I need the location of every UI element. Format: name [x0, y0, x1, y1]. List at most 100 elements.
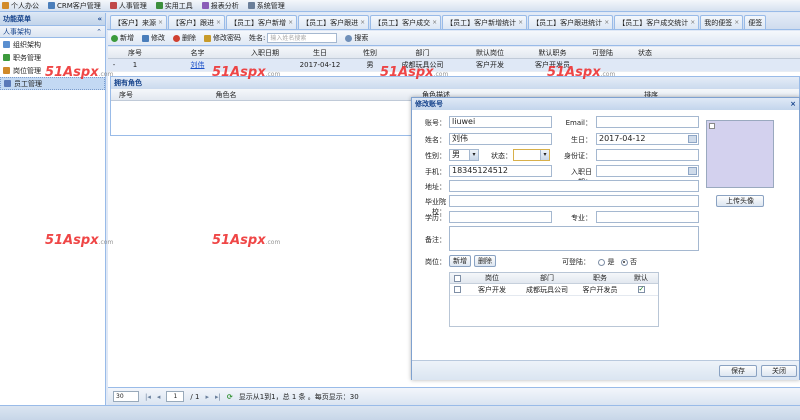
- collapse-left-icon[interactable]: «: [97, 15, 102, 23]
- calendar-icon[interactable]: [688, 135, 697, 143]
- chevron-up-icon[interactable]: ⌃: [96, 28, 102, 36]
- plus-icon: [111, 34, 118, 42]
- chevron-down-icon[interactable]: ▾: [540, 150, 549, 160]
- upload-avatar-button[interactable]: 上传头像: [716, 195, 764, 207]
- school-field[interactable]: [449, 195, 699, 207]
- tab-bar: 【客户】来源 × 【客户】跟进 × 【员工】客户新增 × 【员工】客户跟进 × 【员工】…: [107, 13, 800, 30]
- sidebar-section-header[interactable]: 人事架构 ⌃: [0, 26, 105, 38]
- tab-my-notes[interactable]: 我的便签 ×: [700, 15, 744, 29]
- default-checkbox[interactable]: [637, 285, 645, 293]
- login-yes-radio[interactable]: [598, 258, 606, 266]
- watermark: 51Aspx.com: [212, 65, 281, 80]
- avatar: [706, 120, 774, 188]
- menu-tools[interactable]: 实用工具: [155, 1, 193, 11]
- row-checkbox[interactable]: [453, 286, 461, 293]
- close-icon[interactable]: ×: [604, 19, 609, 26]
- prev-page-icon[interactable]: ◂: [157, 393, 161, 401]
- status-select[interactable]: ▾: [513, 149, 550, 161]
- grid-toolbar: 新增 修改 删除 修改密码 姓名: 输入姓名搜索 搜索: [108, 31, 800, 46]
- menu-crm[interactable]: CRM客户管理: [48, 1, 101, 11]
- tab-emp-followup-stats[interactable]: 【员工】客户跟进统计 ×: [528, 15, 614, 29]
- remark-field[interactable]: [449, 226, 699, 251]
- last-page-icon[interactable]: ▸|: [215, 393, 221, 401]
- close-icon[interactable]: ×: [690, 19, 695, 26]
- calendar-icon[interactable]: [688, 167, 697, 175]
- edit-account-dialog: 修改账号 × 账号： liuwei Email： 姓名： 刘伟 生日： 2017-…: [411, 97, 800, 380]
- key-icon: [204, 34, 211, 42]
- phone-field[interactable]: 18345124512: [449, 165, 552, 177]
- report-icon: [201, 2, 209, 9]
- idcard-field[interactable]: [596, 149, 699, 161]
- table-row[interactable]: 客户开发 成都玩具公司 客户开发员: [450, 284, 658, 296]
- crm-icon: [48, 2, 55, 9]
- page-number-input[interactable]: 1: [166, 391, 185, 402]
- close-icon[interactable]: ×: [360, 19, 365, 26]
- tab-emp-deal-stats[interactable]: 【员工】客户成交统计 ×: [614, 15, 700, 29]
- watermark: 51Aspx.com: [45, 233, 114, 248]
- tab-customer-followup[interactable]: 【客户】跟进 ×: [168, 15, 226, 29]
- tab-notes[interactable]: 便签: [744, 15, 767, 29]
- sidebar-header: 功能菜单 «: [0, 13, 105, 26]
- chevron-down-icon[interactable]: ▾: [469, 150, 478, 160]
- tab-customer-source[interactable]: 【客户】来源 ×: [110, 15, 168, 29]
- employee-icon: [4, 80, 11, 87]
- page-size-select[interactable]: 30: [113, 391, 139, 402]
- dialog-title: 修改账号: [415, 100, 443, 108]
- edit-button[interactable]: 修改: [142, 33, 165, 43]
- search-input[interactable]: 输入姓名搜索: [267, 33, 338, 43]
- close-icon[interactable]: ×: [518, 19, 523, 26]
- add-button[interactable]: 新增: [111, 33, 134, 43]
- menu-system[interactable]: 系统管理: [247, 1, 285, 11]
- hire-date-field[interactable]: [596, 165, 699, 177]
- close-icon[interactable]: ×: [432, 19, 437, 26]
- email-field[interactable]: [596, 116, 699, 128]
- close-icon[interactable]: ×: [790, 100, 796, 108]
- delete-icon: [173, 34, 180, 42]
- top-menu-bar: 个人办公 CRM客户管理 人事管理 实用工具 报表分析 系统管理: [0, 0, 800, 12]
- search-button[interactable]: 搜索: [345, 33, 368, 43]
- change-password-button[interactable]: 修改密码: [204, 33, 241, 43]
- login-option-group: 可登陆： 是 否: [562, 258, 637, 266]
- watermark: 51Aspx.com: [45, 65, 114, 80]
- delete-button[interactable]: 删除: [173, 33, 196, 43]
- sidebar-item-org[interactable]: 组织架构: [0, 38, 105, 51]
- major-field[interactable]: [596, 211, 699, 223]
- dialog-titlebar: 修改账号 ×: [412, 98, 799, 110]
- broken-image-icon: [709, 123, 715, 129]
- close-icon[interactable]: ×: [734, 19, 739, 26]
- tab-emp-customer-new[interactable]: 【员工】客户新增 ×: [226, 15, 298, 29]
- tab-emp-new-stats[interactable]: 【员工】客户新增统计 ×: [442, 15, 528, 29]
- save-button[interactable]: 保存: [719, 365, 757, 377]
- position-table-header: 岗位 部门 职务 默认: [450, 273, 658, 284]
- close-icon[interactable]: ×: [216, 19, 221, 26]
- add-position-button[interactable]: 新增: [449, 255, 471, 267]
- position-icon: [3, 67, 10, 74]
- first-page-icon[interactable]: |◂: [145, 393, 151, 401]
- refresh-icon[interactable]: ⟳: [227, 393, 233, 401]
- next-page-icon[interactable]: ▸: [205, 393, 209, 401]
- education-field[interactable]: [449, 211, 552, 223]
- close-icon[interactable]: ×: [288, 19, 293, 26]
- name-field[interactable]: 刘伟: [449, 133, 552, 145]
- pager-info: 显示从1到1，总 1 条 。每页显示：30: [238, 392, 359, 401]
- office-icon: [2, 2, 9, 9]
- pager: 30 |◂ ◂ 1 / 1 ▸ ▸| ⟳ 显示从1到1，总 1 条 。每页显示：…: [108, 387, 800, 405]
- gender-select[interactable]: 男 ▾: [449, 149, 479, 161]
- menu-reports[interactable]: 报表分析: [201, 1, 239, 11]
- sidebar-item-duty[interactable]: 职务管理: [0, 51, 105, 64]
- menu-hr[interactable]: 人事管理: [109, 1, 147, 11]
- select-all-checkbox[interactable]: [453, 274, 461, 282]
- login-no-radio[interactable]: [620, 258, 628, 266]
- birthday-field[interactable]: 2017-04-12: [596, 133, 699, 145]
- tab-emp-customer-deal[interactable]: 【员工】客户成交 ×: [370, 15, 442, 29]
- account-field[interactable]: liuwei: [449, 116, 552, 128]
- address-field[interactable]: [449, 180, 699, 192]
- search-icon: [345, 34, 353, 42]
- delete-position-button[interactable]: 删除: [474, 255, 496, 267]
- close-icon[interactable]: ×: [158, 19, 163, 26]
- watermark: 51Aspx.com: [212, 233, 281, 248]
- tab-emp-customer-followup[interactable]: 【员工】客户跟进 ×: [298, 15, 370, 29]
- org-icon: [3, 41, 10, 48]
- close-button[interactable]: 关闭: [761, 365, 797, 377]
- menu-personal-office[interactable]: 个人办公: [2, 1, 39, 11]
